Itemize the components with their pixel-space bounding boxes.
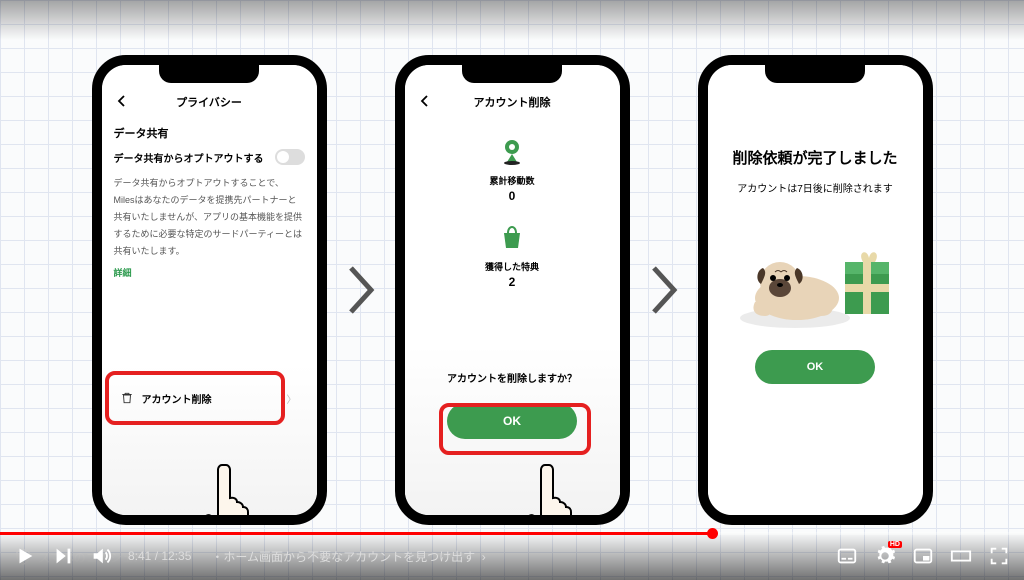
header: プライバシー xyxy=(102,87,317,117)
optout-row: データ共有からオプトアウトする xyxy=(102,145,317,169)
optout-label: データ共有からオプトアウトする xyxy=(114,150,264,165)
screen-complete: 削除依頼が完了しました アカウントは7日後に削除されます xyxy=(708,65,923,515)
progress-bar[interactable] xyxy=(0,532,1024,535)
complete-title: 削除依頼が完了しました xyxy=(708,87,923,180)
video-controls: 8:41 / 12:35 ・ホーム画面から不要なアカウントを見つけ出す › xyxy=(0,532,1024,580)
confirm-panel: アカウントを削除しますか？ OK xyxy=(405,345,620,515)
progress-fill xyxy=(0,532,712,535)
next-button[interactable] xyxy=(52,545,74,567)
chevron-right-icon: 〉 xyxy=(287,391,297,406)
chevron-left-icon xyxy=(116,95,128,107)
notch xyxy=(765,65,865,83)
stat-rewards-label: 獲得した特典 xyxy=(405,260,620,273)
pug-gift-illustration xyxy=(725,220,905,340)
settings-button[interactable] xyxy=(874,545,896,567)
time-display: 8:41 / 12:35 xyxy=(128,549,191,563)
page-title: アカウント削除 xyxy=(474,94,551,110)
volume-button[interactable] xyxy=(90,545,112,567)
delete-account-row[interactable]: アカウント削除 〉 xyxy=(110,377,309,419)
screen-privacy: プライバシー データ共有 データ共有からオプトアウトする データ共有からオプトア… xyxy=(102,65,317,515)
play-button[interactable] xyxy=(14,545,36,567)
section-label: データ共有 xyxy=(102,117,317,145)
arrow-next-icon xyxy=(650,266,678,314)
chapter-link[interactable]: ・ホーム画面から不要なアカウントを見つけ出す › xyxy=(211,548,485,565)
optout-description: データ共有からオプトアウトすることで、Milesはあなたのデータを提携先パートナ… xyxy=(102,169,317,266)
notch xyxy=(462,65,562,83)
location-icon xyxy=(498,137,526,165)
stat-trips-value: 0 xyxy=(405,189,620,203)
phone-delete-confirm: アカウント削除 累計移動数 0 獲得した特典 2 アカウントを削除しますか？ O… xyxy=(395,55,630,525)
complete-subtitle: アカウントは7日後に削除されます xyxy=(708,180,923,195)
notch xyxy=(159,65,259,83)
arrow-next-icon xyxy=(347,266,375,314)
delete-account-label: アカウント削除 xyxy=(142,391,212,406)
stat-rewards-value: 2 xyxy=(405,275,620,289)
tutorial-stage: プライバシー データ共有 データ共有からオプトアウトする データ共有からオプトア… xyxy=(0,0,1024,580)
header: アカウント削除 xyxy=(405,87,620,117)
stat-trips-label: 累計移動数 xyxy=(405,174,620,187)
back-button[interactable] xyxy=(112,91,132,111)
trash-icon xyxy=(120,391,134,405)
phone-privacy: プライバシー データ共有 データ共有からオプトアウトする データ共有からオプトア… xyxy=(92,55,327,525)
phone-complete: 削除依頼が完了しました アカウントは7日後に削除されます xyxy=(698,55,933,525)
ok-button[interactable]: OK xyxy=(447,403,577,439)
details-link[interactable]: 詳細 xyxy=(102,266,317,287)
page-title: プライバシー xyxy=(176,94,242,110)
screen-delete: アカウント削除 累計移動数 0 獲得した特典 2 アカウントを削除しますか？ O… xyxy=(405,65,620,515)
subtitles-button[interactable] xyxy=(836,545,858,567)
theater-button[interactable] xyxy=(950,545,972,567)
top-shadow xyxy=(0,0,1024,40)
chevron-left-icon xyxy=(419,95,431,107)
back-button[interactable] xyxy=(415,91,435,111)
ok-button[interactable]: OK xyxy=(755,350,875,384)
bag-icon xyxy=(498,223,526,251)
confirm-text: アカウントを削除しますか？ xyxy=(405,345,620,385)
optout-toggle[interactable] xyxy=(275,149,305,165)
fullscreen-button[interactable] xyxy=(988,545,1010,567)
miniplayer-button[interactable] xyxy=(912,545,934,567)
stats-body: 累計移動数 0 獲得した特典 2 xyxy=(405,117,620,289)
bottom-panel: アカウント削除 〉 xyxy=(102,365,317,515)
